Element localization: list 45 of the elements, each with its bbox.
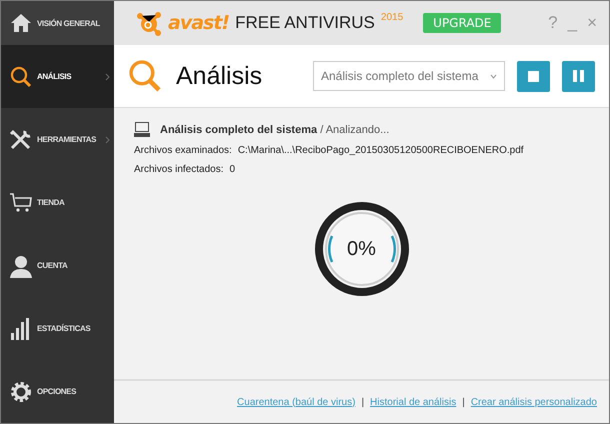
pause-button[interactable] bbox=[562, 60, 595, 92]
footer-link[interactable]: Historial de análisis bbox=[370, 396, 456, 408]
product-name: FREE ANTIVIRUS bbox=[235, 13, 375, 33]
scan-type-dropdown[interactable]: Análisis completo del sistema bbox=[313, 61, 505, 91]
user-icon bbox=[9, 254, 33, 278]
sidebar-item[interactable]: ANÁLISIS bbox=[1, 45, 114, 108]
sidebar-item[interactable]: HERRAMIENTAS bbox=[1, 108, 114, 171]
tools-icon bbox=[9, 128, 33, 150]
bar-chart-icon bbox=[10, 318, 32, 340]
page-title: Análisis bbox=[176, 62, 264, 90]
gear-icon bbox=[9, 380, 33, 404]
infected-label: Archivos infectados: bbox=[134, 164, 224, 175]
search-icon bbox=[10, 66, 32, 88]
minimize-button[interactable]: _ bbox=[566, 13, 580, 33]
examined-file-path: C:\Marina\...\ReciboPago_20150305120500RECIBOENERO.pdf bbox=[238, 145, 524, 156]
home-icon bbox=[10, 13, 32, 33]
caret-icon bbox=[490, 74, 497, 78]
sidebar-item[interactable]: VISIÓN GENERAL bbox=[1, 1, 114, 45]
infected-count: 0 bbox=[230, 164, 236, 175]
search-icon bbox=[128, 59, 162, 93]
close-button[interactable]: × bbox=[585, 13, 599, 33]
stop-button[interactable] bbox=[517, 60, 550, 92]
footer-link[interactable]: Crear análisis personalizado bbox=[470, 396, 597, 408]
link-separator: | bbox=[462, 396, 465, 408]
examined-label: Archivos examinados: bbox=[134, 145, 232, 156]
link-separator: | bbox=[361, 396, 364, 408]
laptop-icon bbox=[134, 122, 150, 137]
scan-name: Análisis completo del sistema bbox=[160, 124, 318, 136]
help-button[interactable]: ? bbox=[546, 13, 560, 33]
sidebar-item[interactable]: OPCIONES bbox=[1, 360, 114, 423]
upgrade-button[interactable]: UPGRADE bbox=[423, 13, 502, 33]
brand-logo: avast! bbox=[168, 12, 230, 34]
version-year: 2015 bbox=[380, 12, 404, 23]
scan-status: / Analizando... bbox=[320, 124, 390, 136]
pause-icon bbox=[573, 70, 584, 82]
chevron-icon bbox=[105, 72, 110, 80]
cart-icon bbox=[9, 192, 33, 214]
progress-percent: 0% bbox=[346, 238, 377, 261]
chevron-icon bbox=[105, 136, 110, 144]
sidebar-item[interactable]: TIENDA bbox=[1, 171, 114, 234]
footer-link[interactable]: Cuarentena (baúl de virus) bbox=[237, 396, 356, 408]
sidebar-item[interactable]: ESTADÍSTICAS bbox=[1, 297, 114, 360]
stop-icon bbox=[528, 70, 539, 82]
splat-logo-icon bbox=[136, 10, 162, 36]
sidebar-item[interactable]: CUENTA bbox=[1, 234, 114, 297]
